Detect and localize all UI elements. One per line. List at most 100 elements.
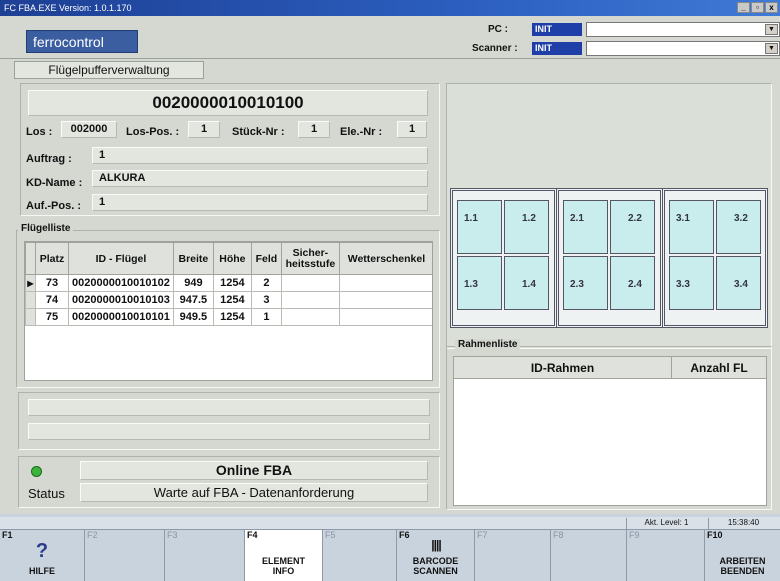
scanner-value: INIT <box>532 42 582 55</box>
row-header-corner <box>25 242 36 275</box>
rahmen-table-wrap[interactable]: ID-Rahmen Anzahl FL <box>453 356 767 506</box>
table-row[interactable]: ▶ 73 0020000010010102 949 1254 2 <box>25 274 432 292</box>
pc-dropdown[interactable]: ▼ <box>586 22 780 37</box>
close-button[interactable]: x <box>765 2 778 13</box>
fluegel-table: Platz ID - Flügel Breite Höhe Feld Siche… <box>25 242 432 326</box>
f8-button[interactable]: F8 <box>550 530 626 581</box>
f1-hilfe-button[interactable]: F1 ? HILFE <box>0 530 84 581</box>
table-cell: 75 <box>35 308 69 326</box>
auftrag-value: 1 <box>92 147 428 164</box>
pc-value: INIT <box>532 23 582 36</box>
f5-button[interactable]: F5 <box>322 530 396 581</box>
ele-value: 1 <box>397 121 427 138</box>
f3-button[interactable]: F3 <box>164 530 244 581</box>
window-pane-cell: 2.4 <box>610 256 655 310</box>
stueck-value: 1 <box>298 121 330 138</box>
pane-label: 1.4 <box>522 279 536 290</box>
table-row[interactable]: 75 0020000010010101 949.5 1254 1 <box>25 308 432 326</box>
col-header[interactable]: Wetterschenkel <box>338 242 432 275</box>
logo: ferrocontrol <box>26 30 138 53</box>
fkey-label: F9 <box>629 530 640 540</box>
status-text: Warte auf FBA - Datenanforderung <box>80 483 428 502</box>
f7-button[interactable]: F7 <box>474 530 550 581</box>
fluegel-table-wrap[interactable]: Platz ID - Flügel Breite Höhe Feld Siche… <box>24 241 433 381</box>
row-header <box>25 291 36 309</box>
aufpos-label: Auf.-Pos. : <box>26 200 81 212</box>
clock: 15:38:40 <box>708 518 778 529</box>
status-label: Status <box>28 486 65 501</box>
window-pane-cell: 2.1 <box>563 200 608 254</box>
ele-label: Ele.-Nr : <box>340 126 383 138</box>
col-header[interactable]: Platz <box>35 242 69 275</box>
table-cell: 73 <box>35 274 69 292</box>
table-cell <box>280 308 340 326</box>
online-status: Online FBA <box>80 461 428 480</box>
kdname-value: ALKURA <box>92 170 428 187</box>
table-cell <box>338 308 432 326</box>
chevron-down-icon[interactable]: ▼ <box>765 43 778 54</box>
fluegelliste-title: Flügelliste <box>18 223 74 234</box>
divider <box>0 58 780 59</box>
col-header[interactable]: ID - Flügel <box>68 242 174 275</box>
table-cell: 3 <box>250 291 282 309</box>
stueck-label: Stück-Nr : <box>232 126 285 138</box>
lospos-label: Los-Pos. : <box>126 126 180 138</box>
window-pane-cell: 1.3 <box>457 256 502 310</box>
status-indicator-icon <box>31 466 42 477</box>
los-label: Los : <box>26 126 53 138</box>
fkey-label: F3 <box>167 530 178 540</box>
table-cell: 947.5 <box>172 291 214 309</box>
table-cell: 0020000010010102 <box>68 274 174 292</box>
pane-label: 2.1 <box>570 213 584 224</box>
col-header[interactable]: Höhe <box>212 242 252 275</box>
level-indicator: Akt. Level: 1 <box>626 518 706 529</box>
table-row[interactable]: 74 0020000010010103 947.5 1254 3 <box>25 291 432 309</box>
window-pane-cell: 3.4 <box>716 256 761 310</box>
table-cell: 0020000010010101 <box>68 308 174 326</box>
lospos-value: 1 <box>188 121 220 138</box>
fkey-label: F8 <box>553 530 564 540</box>
table-cell <box>338 291 432 309</box>
f10-arbeiten-beenden-button[interactable]: F10 ARBEITEN BEENDEN <box>704 530 780 581</box>
pc-label: PC : <box>488 24 508 35</box>
fkey-text: ELEMENT INFO <box>261 556 305 576</box>
f2-button[interactable]: F2 <box>84 530 164 581</box>
app-frame: ferrocontrol PC : INIT ▼ Scanner : INIT … <box>0 16 780 514</box>
window-pane-cell: 1.1 <box>457 200 502 254</box>
title-bar: FC FBA.EXE Version: 1.0.1.170 <box>0 0 780 16</box>
table-cell: 74 <box>35 291 69 309</box>
col-header[interactable]: Feld <box>250 242 282 275</box>
f9-button[interactable]: F9 <box>626 530 704 581</box>
col-header[interactable]: Breite <box>172 242 214 275</box>
table-cell: 1254 <box>212 291 252 309</box>
minimize-button[interactable]: _ <box>737 2 750 13</box>
fkey-label: F10 <box>707 530 723 540</box>
table-cell: 1254 <box>212 308 252 326</box>
table-cell: 1254 <box>212 274 252 292</box>
window-controls: _ ▫ x <box>737 2 778 13</box>
info-field-2 <box>28 423 430 440</box>
barcode-icon: |||| <box>431 538 441 552</box>
col-header-id-rahmen[interactable]: ID-Rahmen <box>454 357 672 379</box>
col-header-anzahl[interactable]: Anzahl FL <box>672 357 766 379</box>
row-header <box>25 308 36 326</box>
fkey-label: F4 <box>247 530 258 540</box>
window-pane-cell: 2.2 <box>610 200 655 254</box>
fkey-label: F5 <box>325 530 336 540</box>
maximize-button[interactable]: ▫ <box>751 2 764 13</box>
fkey-label: F2 <box>87 530 98 540</box>
fkey-text: ARBEITEN BEENDEN <box>719 556 766 576</box>
table-cell <box>338 274 432 292</box>
info-field-1 <box>28 399 430 416</box>
chevron-down-icon[interactable]: ▼ <box>765 24 778 35</box>
tab-fluegelpuffer[interactable]: Flügelpufferverwaltung <box>14 61 204 79</box>
f4-element-info-button[interactable]: F4 ELEMENT INFO <box>244 530 322 581</box>
col-header[interactable]: Sicher- heitsstufe <box>280 242 340 275</box>
row-pointer-icon: ▶ <box>25 274 36 292</box>
fkey-text: HILFE <box>29 566 55 576</box>
table-cell: 1 <box>250 308 282 326</box>
pane-label: 2.3 <box>570 279 584 290</box>
scanner-dropdown[interactable]: ▼ <box>586 41 780 56</box>
f6-barcode-button[interactable]: F6 |||| BARCODE SCANNEN <box>396 530 474 581</box>
pane-label: 1.3 <box>464 279 478 290</box>
